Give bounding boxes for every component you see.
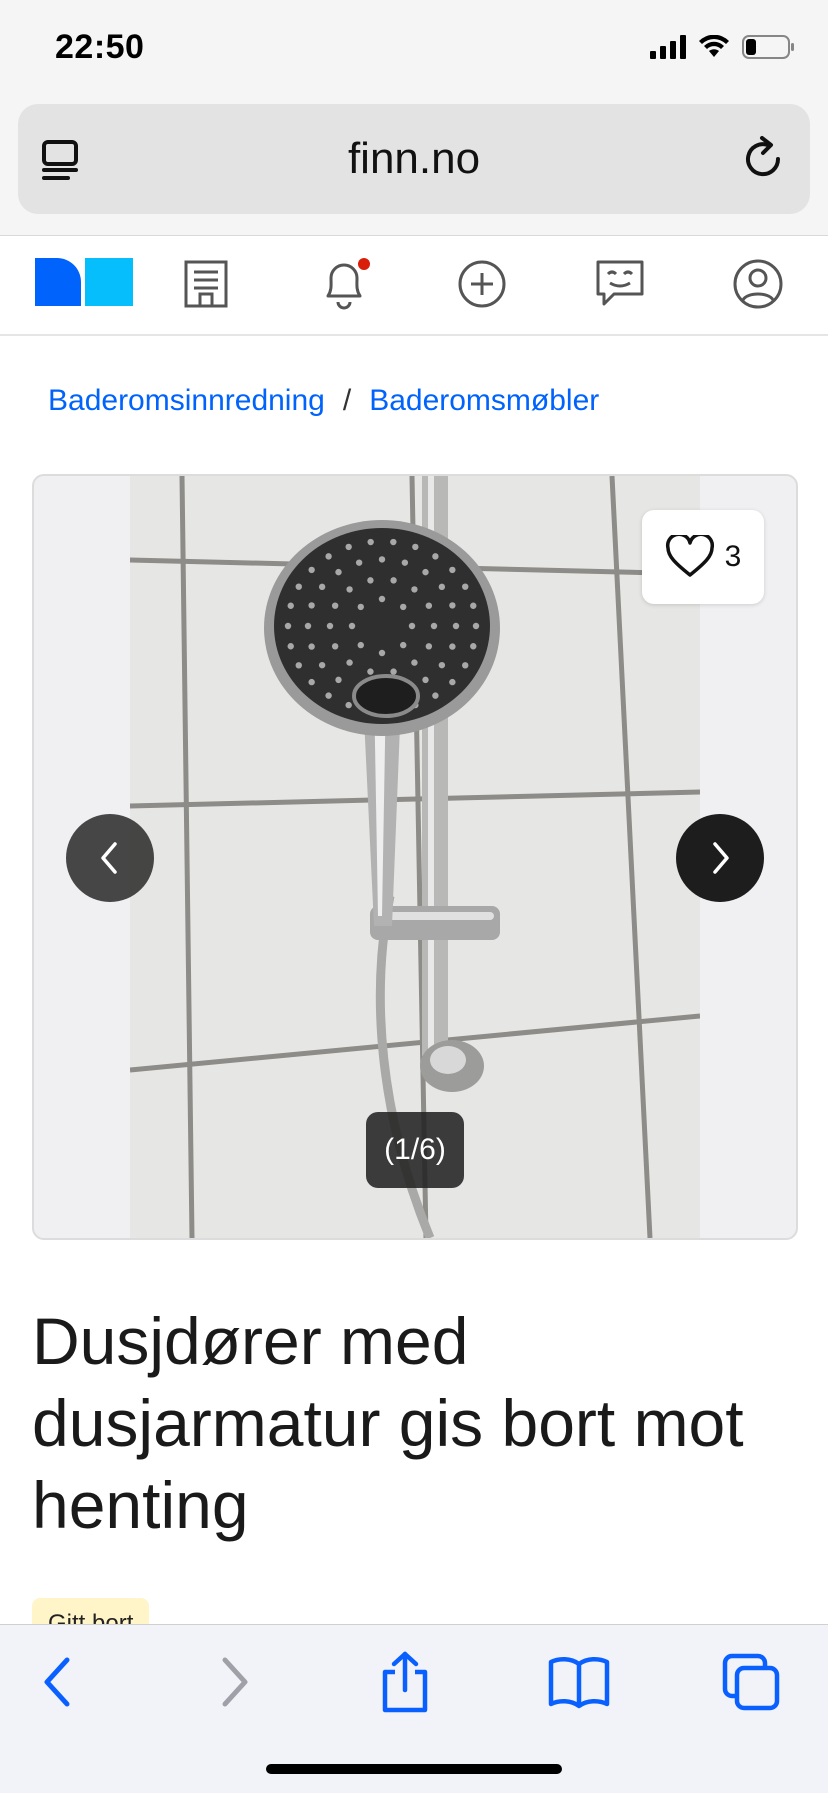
back-button[interactable] (22, 1647, 92, 1717)
share-icon (382, 1651, 428, 1713)
battery-icon (742, 35, 794, 59)
messages-icon[interactable] (592, 256, 648, 312)
chevron-right-icon (713, 842, 729, 874)
breadcrumb-separator: / (342, 384, 352, 417)
finn-logo[interactable] (35, 258, 133, 306)
previous-image-button[interactable] (66, 814, 154, 902)
reload-icon[interactable] (738, 134, 788, 184)
bookmarks-button[interactable] (544, 1647, 614, 1717)
next-image-button[interactable] (676, 814, 764, 902)
status-bar: 22:50 (0, 0, 828, 100)
ad-title: Dusjdører med dusjarmatur gis bort mot h… (32, 1304, 744, 1542)
image-counter: (1/6) (366, 1112, 464, 1188)
heart-icon (665, 535, 714, 577)
new-ad-plus-icon[interactable] (454, 256, 510, 312)
share-button[interactable] (370, 1647, 440, 1717)
wifi-icon (699, 35, 729, 57)
url-text[interactable]: finn.no (18, 134, 810, 184)
profile-icon[interactable] (730, 256, 786, 312)
status-time: 22:50 (55, 28, 145, 66)
forward-icon (222, 1657, 248, 1707)
tabs-button[interactable] (716, 1647, 786, 1717)
home-indicator (266, 1764, 562, 1774)
back-icon (44, 1657, 70, 1707)
company-building-icon[interactable] (178, 256, 234, 312)
tabs-icon (722, 1653, 780, 1711)
site-header (0, 236, 828, 336)
notifications-bell-icon[interactable] (316, 256, 372, 312)
breadcrumb: Baderomsinnredning / Baderomsmøbler (48, 384, 599, 418)
browser-chrome: finn.no (0, 100, 828, 236)
address-bar[interactable]: finn.no (18, 104, 810, 214)
favorite-button[interactable]: 3 (642, 510, 764, 604)
notification-dot (358, 258, 370, 270)
status-icons (650, 34, 796, 60)
favorite-count: 3 (724, 540, 742, 573)
breadcrumb-link-baderomsinnredning[interactable]: Baderomsinnredning (48, 384, 325, 418)
image-gallery[interactable]: 3 (1/6) (32, 474, 798, 1240)
cellular-signal-icon (650, 35, 686, 59)
bookmarks-icon (548, 1657, 610, 1709)
chevron-left-icon (101, 842, 117, 874)
breadcrumb-link-baderomsmobler[interactable]: Baderomsmøbler (369, 384, 599, 418)
forward-button[interactable] (200, 1647, 270, 1717)
